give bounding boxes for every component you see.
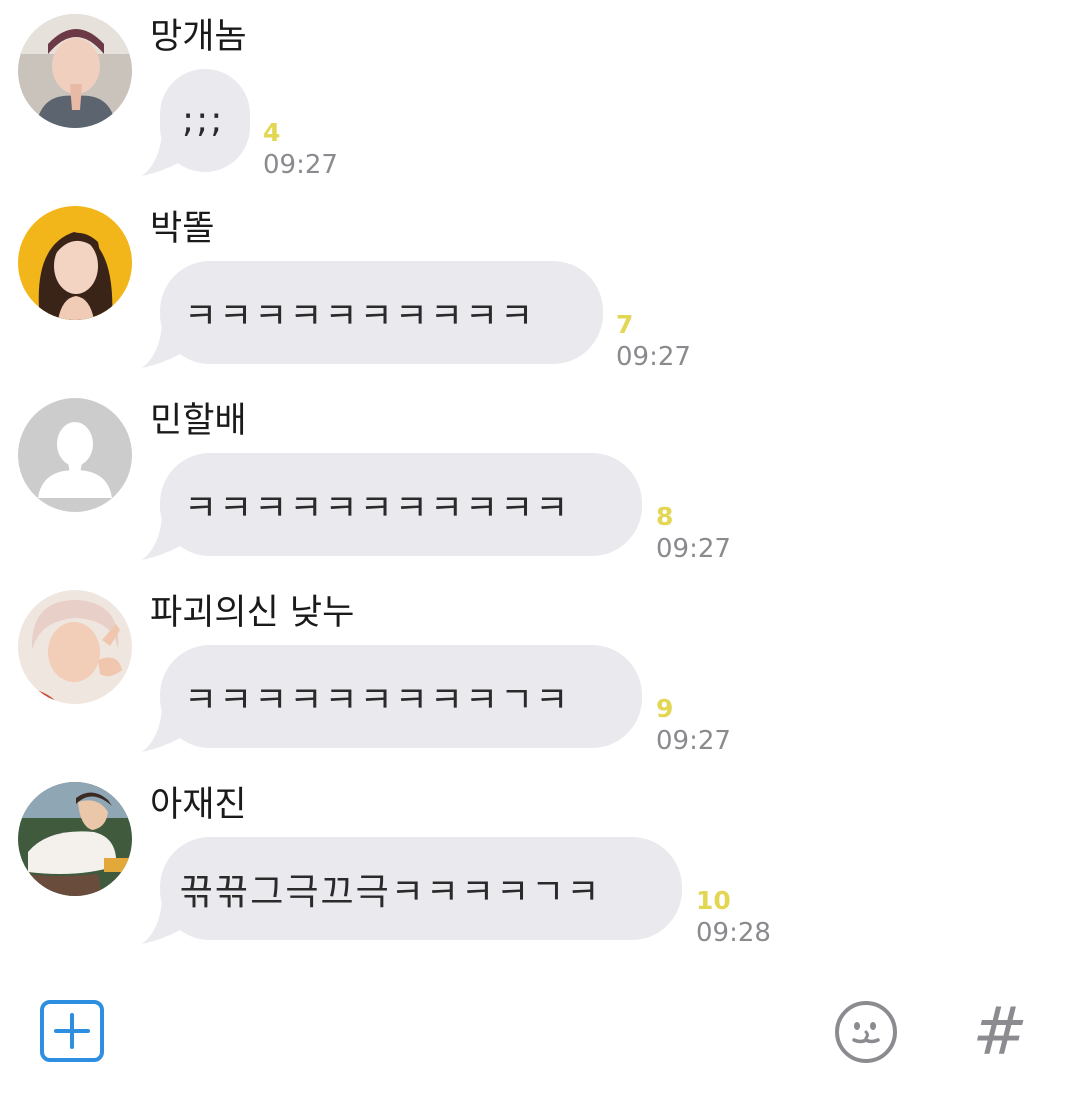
- plus-square-icon: [40, 1000, 104, 1062]
- avatar-photo: [18, 782, 132, 896]
- message-time: 09:27: [616, 342, 691, 372]
- message-time: 09:27: [656, 726, 731, 756]
- unread-count: 7: [616, 310, 634, 339]
- message-row: 아재진 끆끆그극끄극ㅋㅋㅋㅋㄱㅋ 10 09:28: [0, 782, 1080, 972]
- avatar[interactable]: [18, 782, 132, 896]
- sender-name: 민할배: [150, 401, 247, 441]
- message-bubble[interactable]: ㅋㅋㅋㅋㅋㅋㅋㅋㅋㄱㅋ: [160, 645, 642, 748]
- message-meta: 10 09:28: [696, 886, 771, 950]
- message-row: 망개놈 ;;; 4 09:27: [0, 14, 1080, 204]
- message-time: 09:28: [696, 918, 771, 948]
- avatar-photo: [18, 590, 132, 704]
- hashtag-icon: #: [972, 993, 1028, 1070]
- message-meta: 9 09:27: [656, 694, 731, 758]
- avatar[interactable]: [18, 398, 132, 512]
- hashtag-button[interactable]: #: [966, 998, 1034, 1066]
- unread-count: 8: [656, 502, 674, 531]
- sender-name: 망개놈: [150, 17, 247, 57]
- message-meta: 8 09:27: [656, 502, 731, 566]
- emoji-button[interactable]: [832, 998, 900, 1066]
- message-bubble[interactable]: ㅋㅋㅋㅋㅋㅋㅋㅋㅋㅋㅋ: [160, 453, 642, 556]
- avatar-photo: [18, 206, 132, 320]
- message-time: 09:27: [263, 150, 338, 180]
- unread-count: 4: [263, 118, 281, 147]
- message-row: 박똘 ㅋㅋㅋㅋㅋㅋㅋㅋㅋㅋ 7 09:27: [0, 206, 1080, 396]
- smiley-icon: [835, 1001, 897, 1063]
- message-bubble[interactable]: ;;;: [160, 69, 250, 172]
- message-row: 파괴의신 낮누 ㅋㅋㅋㅋㅋㅋㅋㅋㅋㄱㅋ 9 09:27: [0, 590, 1080, 780]
- message-meta: 7 09:27: [616, 310, 691, 374]
- avatar[interactable]: [18, 14, 132, 128]
- sender-name: 박똘: [150, 209, 215, 249]
- message-time: 09:27: [656, 534, 731, 564]
- message-bubble[interactable]: 끆끆그극끄극ㅋㅋㅋㅋㄱㅋ: [160, 837, 682, 940]
- add-button[interactable]: [38, 998, 106, 1064]
- default-avatar-icon: [18, 398, 132, 512]
- avatar[interactable]: [18, 590, 132, 704]
- sender-name: 파괴의신 낮누: [150, 593, 355, 633]
- unread-count: 9: [656, 694, 674, 723]
- message-bubble[interactable]: ㅋㅋㅋㅋㅋㅋㅋㅋㅋㅋ: [160, 261, 603, 364]
- message-meta: 4 09:27: [263, 118, 338, 182]
- avatar-photo: [18, 14, 132, 128]
- avatar[interactable]: [18, 206, 132, 320]
- message-row: 민할배 ㅋㅋㅋㅋㅋㅋㅋㅋㅋㅋㅋ 8 09:27: [0, 398, 1080, 588]
- sender-name: 아재진: [150, 785, 247, 825]
- unread-count: 10: [696, 886, 731, 915]
